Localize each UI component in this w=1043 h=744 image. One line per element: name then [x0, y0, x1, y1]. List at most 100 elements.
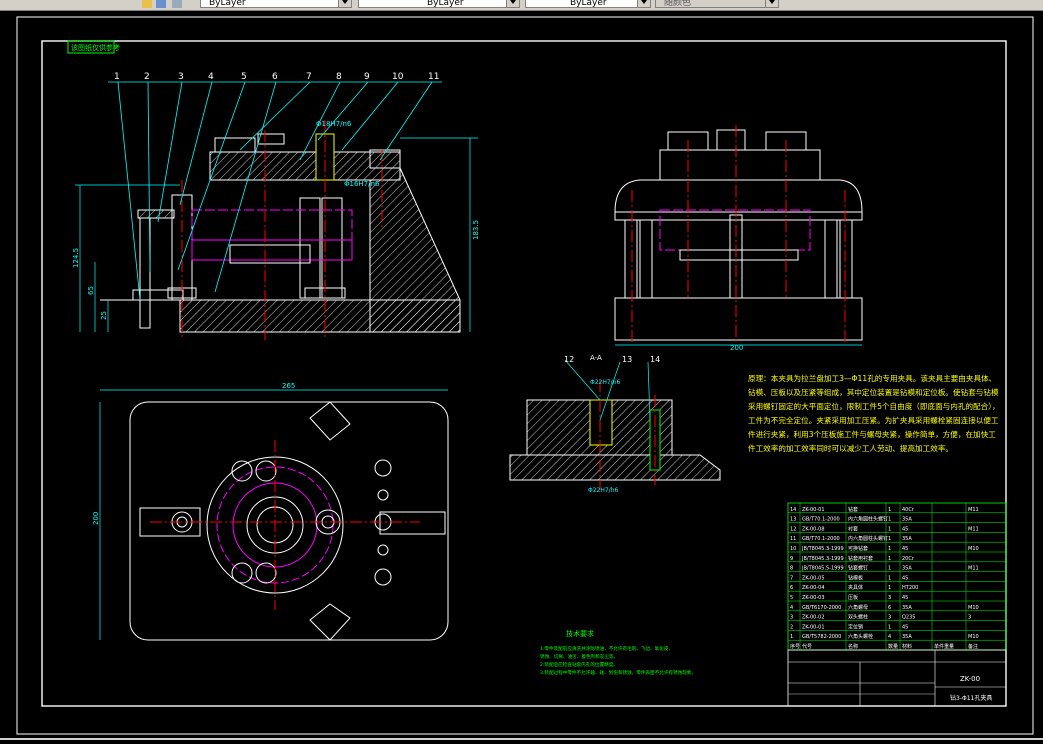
bom-cell: 45: [902, 624, 908, 630]
callout-label: 7: [306, 72, 312, 82]
tech-req-line: 1.零件装配前应清洗并涂防锈油，不允许有毛刺、飞边、氧化皮、: [540, 645, 673, 652]
chevron-down-icon[interactable]: [506, 0, 519, 7]
bom-cell: 3: [888, 615, 891, 621]
layer-previous-icon[interactable]: [156, 0, 166, 8]
bom-cell: 1: [790, 634, 793, 640]
bom-cell: 定位销: [848, 623, 863, 630]
cad-drawing: 该图纸仅供参考 1 2 3 4 5 6 7 8 9 10 11 183.5 12…: [16, 16, 1034, 735]
principle-text-box: 原理：本夹具为拉兰盘加工3—Φ11孔的专用夹具。该夹具主要由夹具体、钻模、压板以…: [748, 374, 1000, 452]
chevron-down-icon[interactable]: [765, 0, 778, 7]
bom-cell: 4: [888, 634, 891, 640]
bom-cell: JB/T8045.5-1999: [801, 566, 844, 572]
bom-cell: 1: [888, 517, 891, 523]
bom-cell: 35A: [902, 634, 912, 640]
bom-cell: 11: [790, 536, 796, 542]
callout-label: 3: [178, 72, 184, 82]
drawing-canvas[interactable]: 该图纸仅供参考 1 2 3 4 5 6 7 8 9 10 11 183.5 12…: [0, 11, 1043, 740]
bom-cell: 压板: [848, 594, 858, 601]
dim-height-overall: 183.5: [472, 220, 480, 240]
callout-label: 9: [364, 72, 370, 82]
bom-cell: 六角螺母: [848, 604, 868, 611]
callout-label: 14: [650, 355, 660, 364]
bom-cell: GB/T70.1-2000: [802, 536, 840, 542]
dim-height-2: 65: [87, 286, 95, 295]
bom-cell: ZK-00-02: [802, 615, 825, 621]
bom-cell: 1: [888, 556, 891, 562]
bom-cell: 1: [888, 546, 891, 552]
linetype-combo[interactable]: ByLayer: [358, 0, 520, 8]
bom-cell: ZK-00-01: [802, 624, 825, 630]
bom-cell: 14: [790, 507, 796, 513]
bom-cell: 45: [902, 526, 908, 532]
bom-cell: JB/T8045.3-1999: [801, 556, 844, 562]
chevron-down-icon[interactable]: [338, 0, 351, 7]
bom-cell: 6: [790, 585, 793, 591]
dim-fit-mid: Φ16H7/n6: [344, 180, 380, 188]
callout-label: 12: [564, 355, 574, 364]
bom-cell: 1: [888, 566, 891, 572]
bom-cell: M11: [968, 526, 979, 532]
tech-req-line: 3.装配过程中零件不允许磕、碰、划伤和锈蚀，零件表面不允许有锈蚀现象。: [540, 669, 696, 676]
chevron-down-icon[interactable]: [637, 0, 650, 7]
bom-cell: 2: [790, 624, 793, 630]
color-combo[interactable]: ByLayer: [200, 0, 352, 8]
bom-cell: 45: [902, 595, 908, 601]
bom-cell: Q235: [902, 615, 915, 621]
bom-cell: 夹具体: [848, 584, 863, 591]
callout-label: 11: [428, 72, 439, 82]
bom-cell: 双头螺柱: [848, 614, 868, 621]
bom-cell: 20Cr: [902, 556, 915, 562]
bom-cell: 可换钻套: [848, 545, 868, 552]
linetype-combo-value: ByLayer: [427, 0, 464, 8]
bom-cell: 数量: [888, 643, 898, 650]
dim-side-width: 200: [730, 344, 743, 352]
bom-cell: 内六角圆柱头螺钉: [848, 535, 888, 542]
bom-cell: 钻套用衬套: [848, 555, 873, 562]
layer-state-icon[interactable]: [142, 0, 152, 8]
bom-cell: 12: [790, 526, 796, 532]
bom-cell: 6: [888, 605, 891, 611]
tech-req-line: 2.装配后应检查钻套内孔的位置精度。: [540, 661, 618, 668]
bom-cell: HT200: [902, 585, 918, 591]
bom-cell: GB/T6170-2000: [802, 605, 841, 611]
layer-tool-icon[interactable]: [172, 0, 182, 8]
bom-cell: 钻套: [848, 506, 858, 513]
tech-req-line: 锈蚀、切屑、油污、着色剂和灰尘等。: [540, 653, 618, 660]
drawing-name: 钻3-Φ11孔夹具: [950, 694, 992, 702]
bom-cell: 45: [902, 575, 908, 581]
dim-top-width: 265: [282, 382, 295, 390]
lineweight-combo-value: ByLayer: [570, 0, 607, 8]
plot-style-combo[interactable]: 随颜色: [655, 0, 779, 8]
bom-cell: ZK-00-08: [802, 526, 825, 532]
bom-cell: 5: [790, 595, 793, 601]
dim-section-bottom-fit: Φ22H7/h6: [588, 487, 619, 494]
bom-cell: GB/T70.1-2000: [802, 517, 840, 523]
lineweight-combo[interactable]: ByLayer: [525, 0, 651, 8]
tech-req-title: 技术要求: [566, 629, 594, 638]
principle-text: 原理：本夹具为拉兰盘加工3—Φ11孔的专用夹具。该夹具主要由夹具体、钻模、压板以…: [748, 374, 1000, 452]
section-title: A-A: [590, 354, 602, 362]
bom-cell: 7: [790, 575, 793, 581]
top-view: [99, 389, 449, 641]
bom-cell: 1: [888, 585, 891, 591]
bom-cell: 1: [888, 536, 891, 542]
bom-cell: 3: [968, 615, 971, 621]
bom-cell: 8: [790, 566, 793, 572]
bom-cell: 代号: [802, 643, 812, 650]
bom-cell: 40Cr: [902, 507, 915, 513]
dim-fit-top: Φ18H7/n6: [316, 120, 352, 128]
dim-top-height: 200: [92, 512, 100, 525]
stamp-label: 该图纸仅供参考: [71, 43, 120, 52]
color-combo-value: ByLayer: [209, 0, 246, 8]
bom-cell: M10: [968, 605, 979, 611]
bom-cell: 内六角圆柱头螺钉: [848, 516, 888, 523]
dim-section-fit: Φ22H7/n6: [590, 379, 621, 386]
bom-cell: 35A: [902, 566, 912, 572]
bom-cell: 45: [902, 546, 908, 552]
callout-labels: 1 2 3 4 5 6 7 8 9 10 11: [114, 72, 439, 82]
bom-cell: 35A: [902, 517, 912, 523]
bom-cell: ZK-00-03: [802, 595, 825, 601]
bom-cell: 9: [790, 556, 793, 562]
bom-cell: ZK-00-05: [802, 575, 825, 581]
callout-label: 1: [114, 72, 120, 82]
